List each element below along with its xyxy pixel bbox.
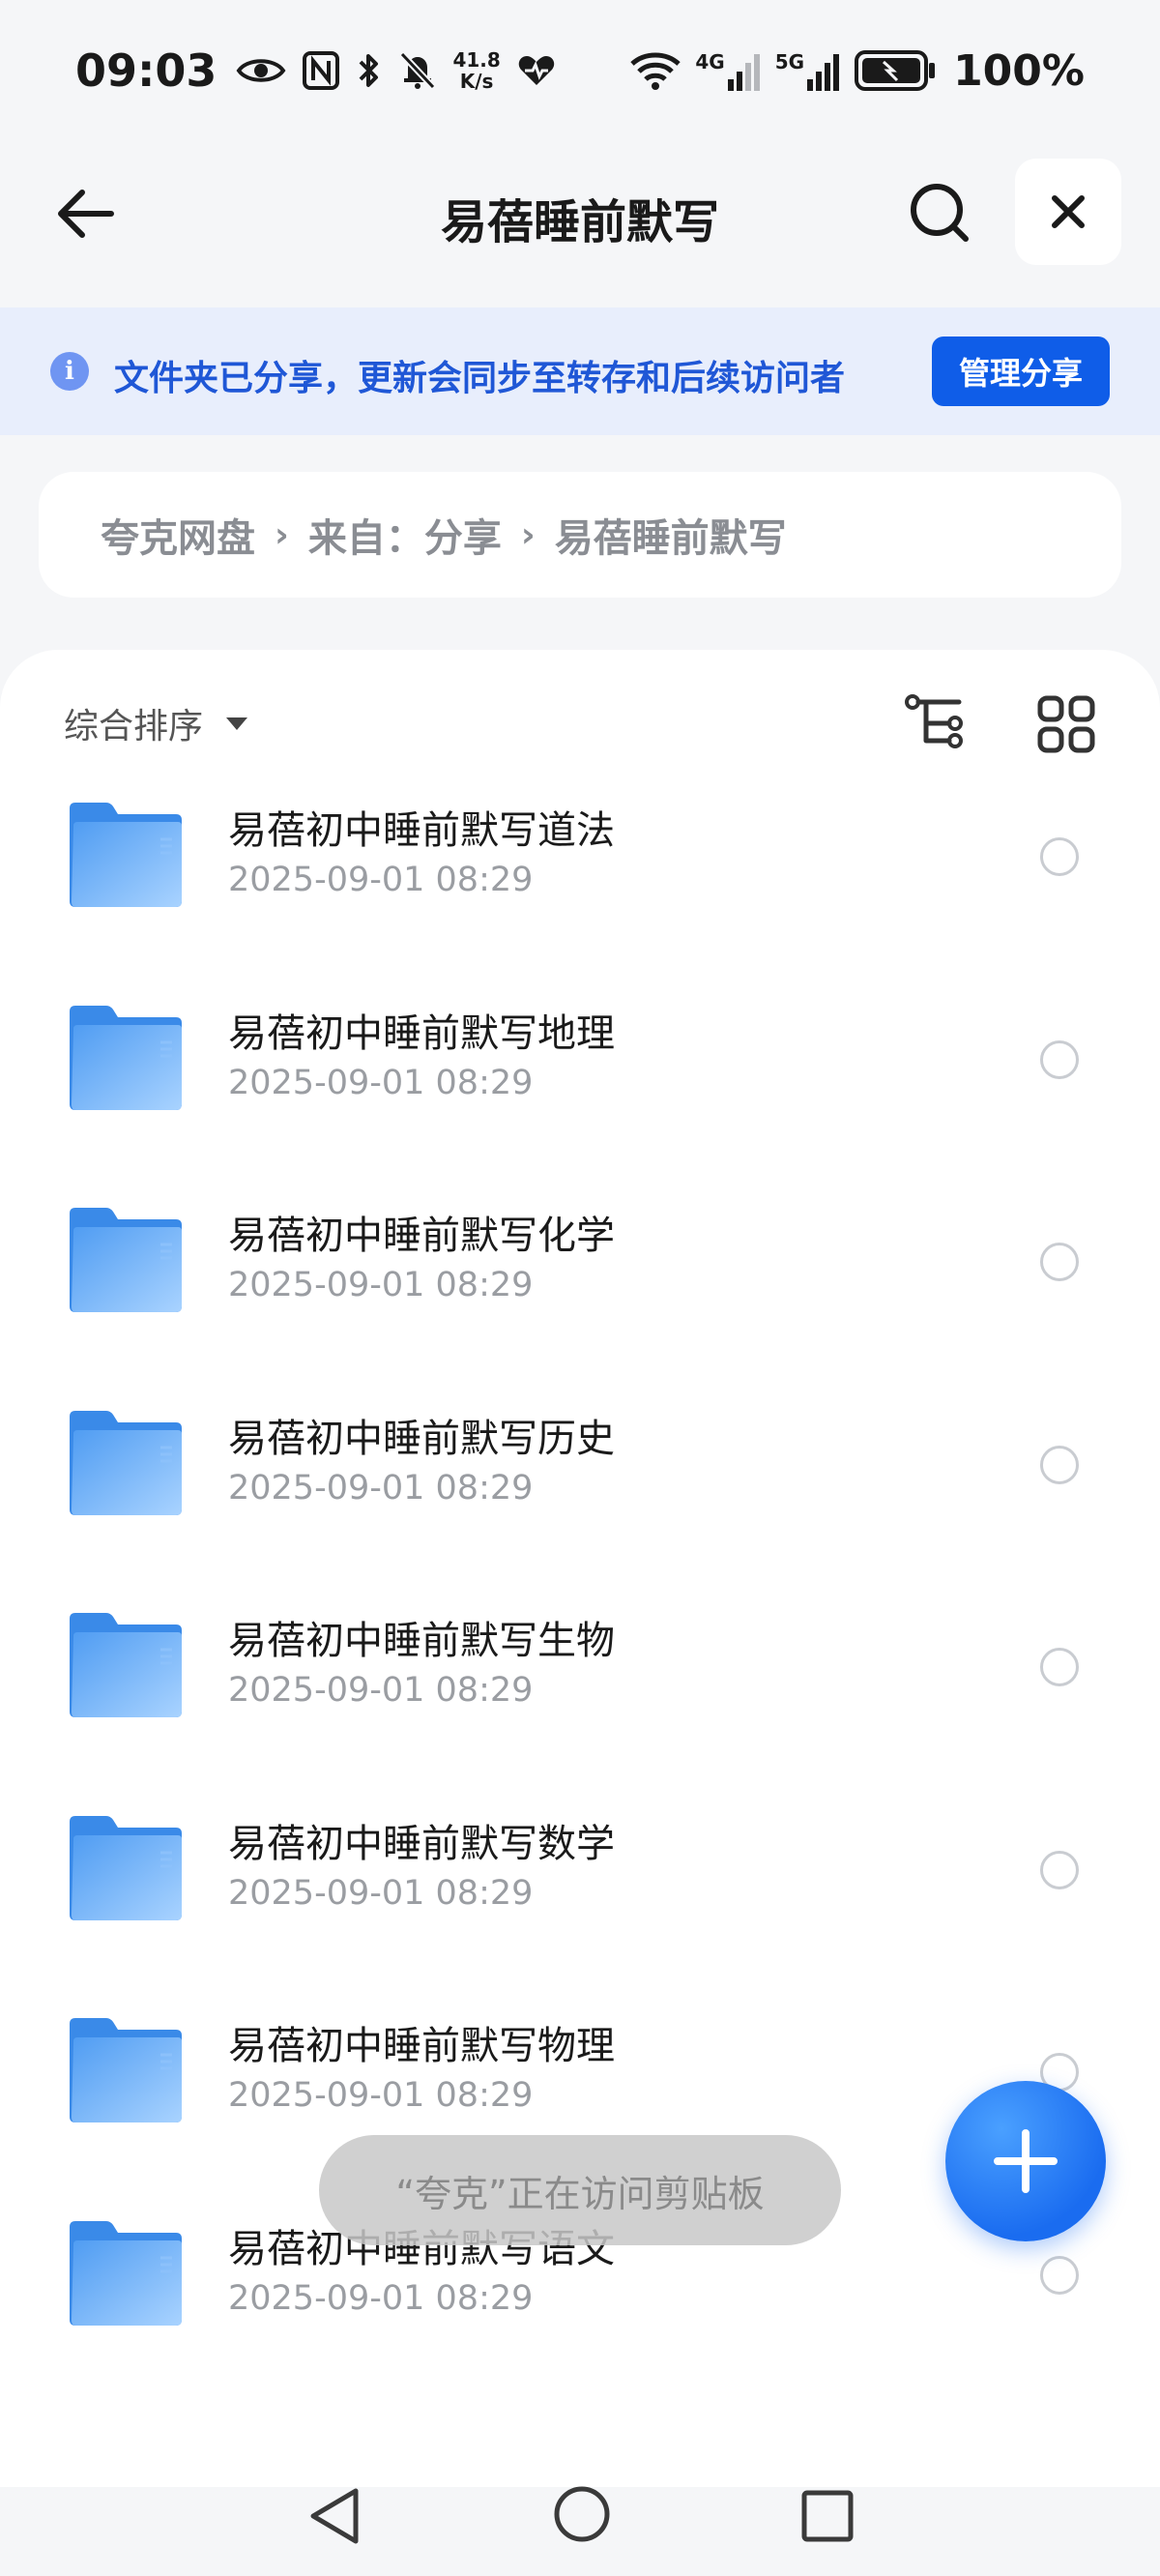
page-title: 易蓓睡前默写 <box>440 195 719 249</box>
status-left-icons: 41.8 K/s <box>236 49 556 92</box>
folder-icon <box>70 1410 182 1515</box>
file-row[interactable]: 易蓓初中睡前默写生物 2025-09-01 08:29 <box>0 1574 1160 1777</box>
file-date: 2025-09-01 08:29 <box>228 1671 534 1710</box>
speed-unit: K/s <box>459 70 494 93</box>
file-date: 2025-09-01 08:29 <box>228 2278 534 2318</box>
add-button[interactable] <box>945 2081 1106 2241</box>
file-date: 2025-09-01 08:29 <box>228 1266 534 1304</box>
file-name: 易蓓初中睡前默写数学 <box>228 1821 615 1866</box>
nav-home-icon[interactable] <box>553 2485 611 2543</box>
file-row[interactable]: 易蓓初中睡前默写化学 2025-09-01 08:29 <box>0 1169 1160 1372</box>
mute-bell-icon <box>399 51 436 90</box>
status-right-icons: 4G 5G 100% <box>629 46 1085 96</box>
folder-icon <box>70 2018 182 2122</box>
breadcrumb: 夸克网盘 › 来自：分享 › 易蓓睡前默写 <box>39 472 1121 598</box>
signal-4g-icon <box>727 54 760 91</box>
file-row[interactable]: 易蓓初中睡前默写数学 2025-09-01 08:29 <box>0 1777 1160 1980</box>
eye-icon <box>237 59 286 82</box>
file-row[interactable]: 易蓓初中睡前默写历史 2025-09-01 08:29 <box>0 1372 1160 1575</box>
folder-icon <box>70 1208 182 1312</box>
file-date: 2025-09-01 08:29 <box>228 2076 534 2115</box>
signal-5g: 5G <box>775 50 841 91</box>
folder-icon <box>70 1815 182 1920</box>
top-app-bar: 易蓓睡前默写 <box>0 155 1160 271</box>
chevron-right-icon: › <box>275 514 289 555</box>
select-radio[interactable] <box>1040 1850 1079 1889</box>
clipboard-toast: “夸克”正在访问剪贴板 <box>319 2135 841 2245</box>
folder-icon <box>70 1613 182 1717</box>
folder-icon <box>70 803 182 907</box>
close-button[interactable] <box>1015 159 1121 265</box>
file-name: 易蓓初中睡前默写道法 <box>228 808 615 853</box>
file-name: 易蓓初中睡前默写地理 <box>228 1010 615 1056</box>
file-name: 易蓓初中睡前默写化学 <box>228 1214 615 1258</box>
search-icon <box>911 184 969 242</box>
caret-down-icon <box>226 717 248 730</box>
nav-back-icon[interactable] <box>305 2485 363 2547</box>
status-bar: 09:03 41.8 K/s 4G 5G 100% <box>0 0 1160 141</box>
battery-percent: 100% <box>953 45 1085 96</box>
file-date: 2025-09-01 08:29 <box>228 1873 534 1913</box>
file-row[interactable]: 易蓓初中睡前默写地理 2025-09-01 08:29 <box>0 967 1160 1170</box>
file-date: 2025-09-01 08:29 <box>228 1468 534 1508</box>
file-row[interactable]: 易蓓初中睡前默写道法 2025-09-01 08:29 <box>0 764 1160 967</box>
select-radio[interactable] <box>1040 1648 1079 1686</box>
nav-recents-icon[interactable] <box>800 2489 855 2543</box>
select-radio[interactable] <box>1040 2255 1079 2295</box>
bluetooth-icon <box>360 54 379 87</box>
breadcrumb-item-current: 易蓓睡前默写 <box>554 516 787 561</box>
page: 09:03 41.8 K/s 4G 5G 100% 易蓓睡前默写 i 文件夹已分… <box>0 0 1160 2576</box>
net1-label: 4G <box>695 50 725 73</box>
signal-5g-icon <box>807 54 840 91</box>
network-speed: 41.8 K/s <box>452 49 500 92</box>
select-radio[interactable] <box>1040 837 1079 876</box>
net2-label: 5G <box>774 50 805 73</box>
close-icon <box>1052 195 1085 228</box>
search-button[interactable] <box>901 174 978 251</box>
sort-dropdown[interactable]: 综合排序 <box>64 698 248 748</box>
grid-view-icon[interactable] <box>1032 690 1100 758</box>
nfc-icon <box>303 51 340 90</box>
file-name: 易蓓初中睡前默写生物 <box>228 1619 615 1663</box>
speed-value: 41.8 <box>452 48 501 72</box>
file-name: 易蓓初中睡前默写历史 <box>228 1416 615 1461</box>
plus-icon <box>994 2129 1058 2193</box>
select-radio[interactable] <box>1040 1243 1079 1281</box>
share-banner: i 文件夹已分享，更新会同步至转存和后续访问者 管理分享 <box>0 307 1160 435</box>
chevron-right-icon: › <box>520 514 536 555</box>
file-date: 2025-09-01 08:29 <box>228 1063 534 1102</box>
breadcrumb-item-root[interactable]: 夸克网盘 <box>101 507 255 563</box>
tree-view-icon[interactable] <box>903 690 971 758</box>
info-icon: i <box>50 352 89 391</box>
file-date: 2025-09-01 08:29 <box>228 861 534 899</box>
signal-4g: 4G <box>695 50 761 91</box>
manage-share-button[interactable]: 管理分享 <box>932 337 1110 406</box>
select-radio[interactable] <box>1040 1445 1079 1484</box>
folder-icon <box>70 1005 182 1110</box>
select-radio[interactable] <box>1040 1039 1079 1079</box>
wifi-icon <box>630 52 682 90</box>
system-nav-bar <box>0 2437 1160 2576</box>
battery-icon <box>855 50 936 91</box>
sort-label: 综合排序 <box>64 707 204 746</box>
share-banner-text: 文件夹已分享，更新会同步至转存和后续访问者 <box>114 359 846 398</box>
folder-icon <box>70 2220 182 2326</box>
file-name: 易蓓初中睡前默写物理 <box>228 2024 615 2068</box>
heart-pulse-icon <box>518 56 555 85</box>
status-time: 09:03 <box>75 44 218 97</box>
breadcrumb-item-share[interactable]: 来自：分享 <box>308 507 502 563</box>
